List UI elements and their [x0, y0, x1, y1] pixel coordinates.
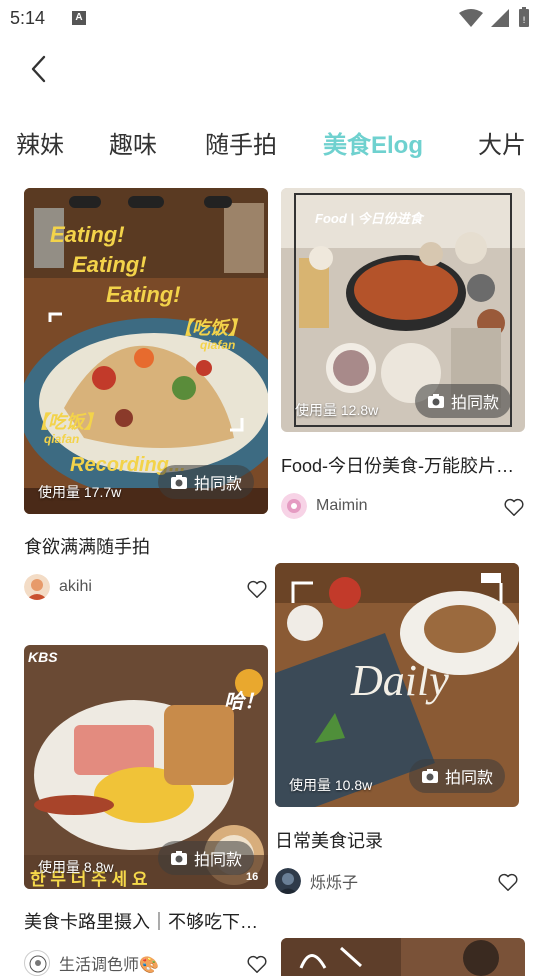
- overlay-tag-qiafan-1: qiafan: [200, 338, 236, 352]
- avatar: [24, 574, 50, 600]
- heart-icon[interactable]: [503, 496, 525, 518]
- usage-count: 使用量 17.7w: [38, 484, 122, 500]
- heart-icon[interactable]: [246, 953, 268, 975]
- overlay-eating-2: Eating!: [72, 252, 147, 277]
- card-image-food-today[interactable]: Food | 今日份进食 使用量 12.8w 拍同款: [281, 188, 525, 432]
- same-style-button[interactable]: 拍同款: [408, 759, 505, 793]
- chevron-left-icon: [31, 55, 46, 83]
- status-time: 5:14: [10, 8, 46, 28]
- card-image-eating[interactable]: Eating! Eating! Eating! 【吃饭】 qiafan 【吃饭】…: [24, 188, 268, 514]
- camera-icon: [170, 475, 187, 489]
- heart-icon[interactable]: [246, 578, 268, 600]
- overlay-eating-3: Eating!: [106, 282, 181, 307]
- author-info[interactable]: Maimin: [281, 493, 368, 519]
- category-tabs: 辣妹 趣味 随手拍 美食Elog 大片: [0, 124, 549, 168]
- tab-blockbuster[interactable]: 大片: [478, 124, 526, 168]
- author-info[interactable]: 生活调色师🎨: [24, 950, 159, 976]
- svg-text:!: !: [522, 16, 526, 26]
- heart-icon[interactable]: [497, 871, 519, 893]
- wifi-signal-battery-icon: !: [459, 7, 529, 27]
- status-bar: 5:14 A !: [0, 0, 549, 38]
- notification-icon: A: [72, 11, 86, 25]
- food-photo-partial: [281, 938, 525, 976]
- camera-icon: [421, 769, 438, 783]
- avatar: [281, 493, 307, 519]
- back-button[interactable]: [22, 52, 56, 86]
- overlay-eating-1: Eating!: [50, 222, 125, 247]
- overlay-tag-chifan-1: 【吃饭】: [174, 318, 246, 338]
- same-style-button[interactable]: 拍同款: [414, 384, 511, 418]
- overlay-tag-chifan-2: 【吃饭】: [30, 412, 102, 432]
- card-title[interactable]: 食欲满满随手拍: [24, 533, 268, 559]
- same-style-label: 拍同款: [193, 852, 242, 869]
- overlay-food-caption: Food | 今日份进食: [315, 211, 423, 226]
- card-title[interactable]: 日常美食记录: [275, 827, 519, 853]
- card-title[interactable]: Food-今日份美食-万能胶片…: [281, 452, 525, 478]
- author-name: Maimin: [316, 497, 368, 514]
- author-name: 生活调色师🎨: [59, 957, 159, 974]
- usage-count: 使用量 10.8w: [289, 777, 373, 793]
- camera-icon: [170, 851, 187, 865]
- same-style-label: 拍同款: [193, 476, 242, 493]
- tab-food-elog[interactable]: 美食Elog: [323, 124, 423, 168]
- card-title[interactable]: 美食卡路里摄入｜不够吃下…: [24, 908, 268, 934]
- camera-icon: [427, 394, 444, 408]
- tab-snapshot[interactable]: 随手拍: [205, 124, 277, 168]
- same-style-button[interactable]: 拍同款: [157, 465, 254, 499]
- usage-count: 使用量 12.8w: [295, 402, 379, 418]
- overlay-hana: 哈！: [224, 691, 264, 713]
- author-name: akihi: [59, 578, 92, 595]
- card-image-daily[interactable]: Daily 使用量 10.8w 拍同款: [275, 563, 519, 807]
- status-icons: !: [457, 7, 537, 34]
- card-image-calorie[interactable]: KBS 哈！ 한 무 더 주 세 요 16 使用量 8.8w 拍同款: [24, 645, 268, 889]
- author-name: 烁烁子: [310, 875, 359, 892]
- overlay-daily: Daily: [351, 656, 449, 705]
- same-style-label: 拍同款: [450, 395, 499, 412]
- avatar: [24, 950, 50, 976]
- same-style-button[interactable]: 拍同款: [157, 841, 254, 875]
- tab-spicy-girl[interactable]: 辣妹: [16, 124, 64, 168]
- avatar: [275, 868, 301, 894]
- same-style-label: 拍同款: [444, 770, 493, 787]
- usage-count: 使用量 8.8w: [38, 859, 114, 875]
- overlay-kbs: KBS: [28, 649, 58, 665]
- author-info[interactable]: 烁烁子: [275, 868, 358, 894]
- card-image-partial[interactable]: [281, 938, 525, 976]
- overlay-number: 16: [246, 871, 259, 883]
- tab-fun[interactable]: 趣味: [109, 124, 157, 168]
- overlay-tag-qiafan-2: qiafan: [44, 432, 80, 446]
- author-info[interactable]: akihi: [24, 574, 92, 600]
